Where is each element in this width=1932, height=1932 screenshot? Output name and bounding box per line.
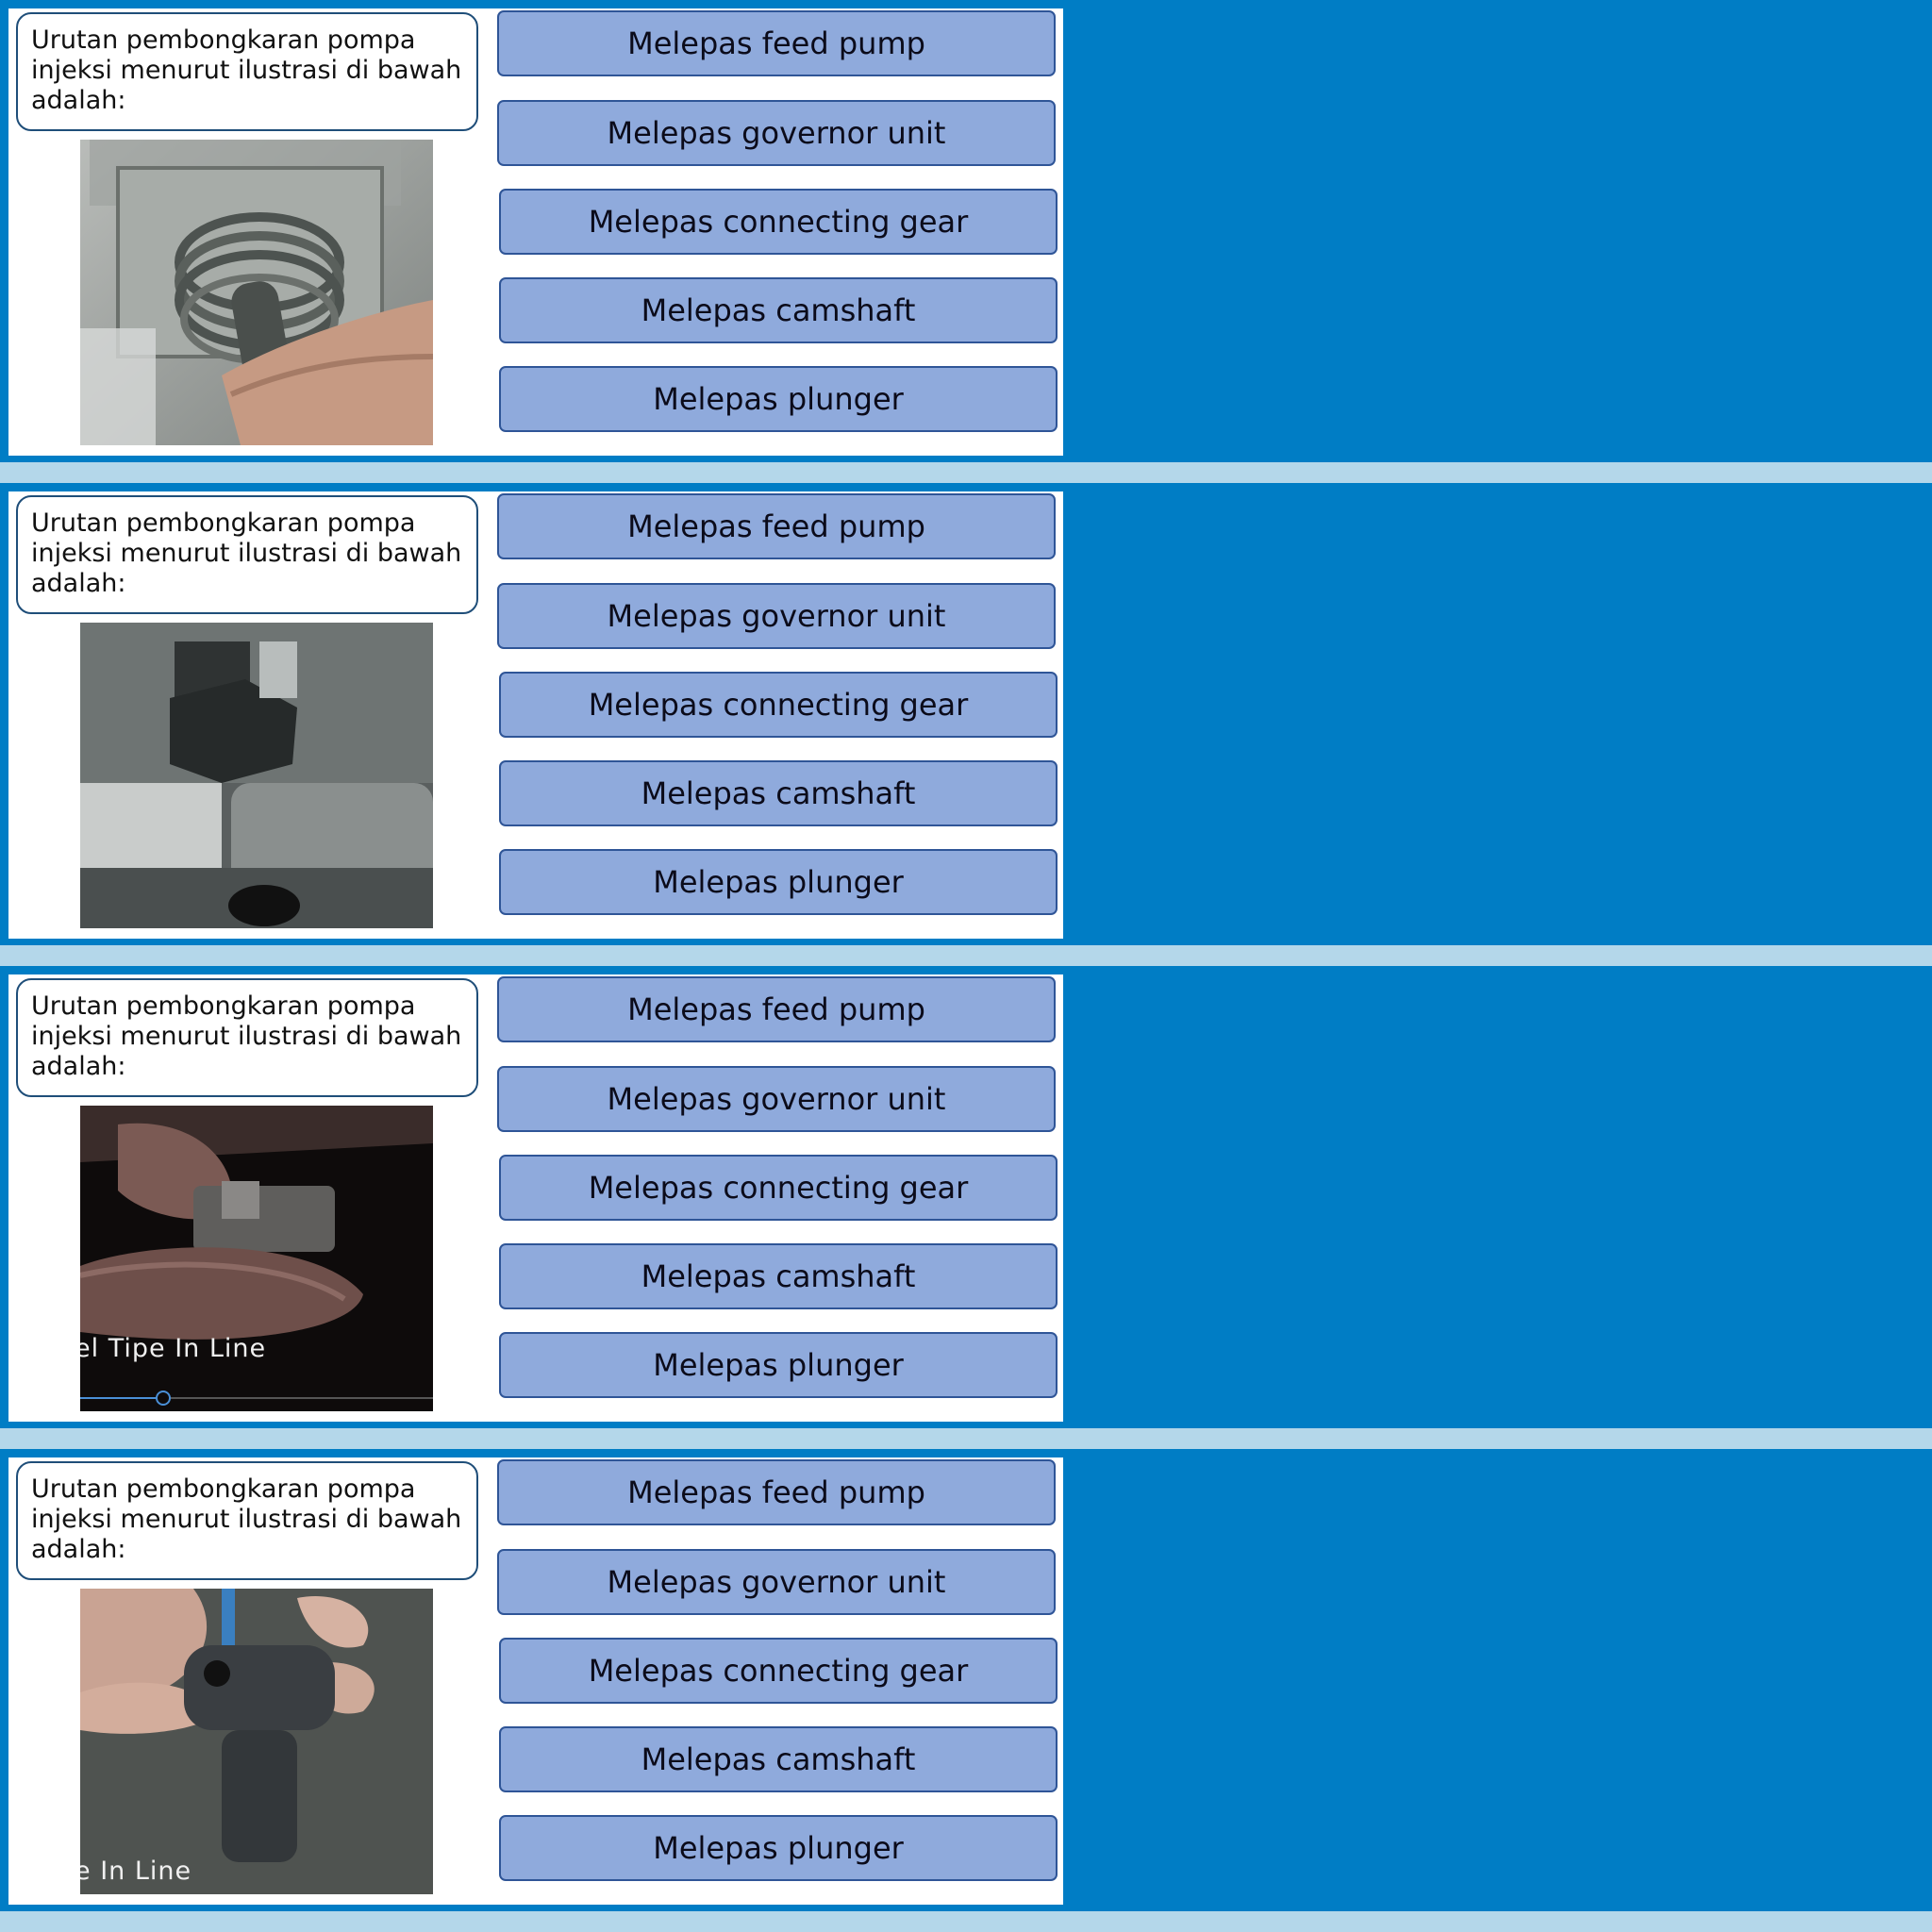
question-panel: Urutan pembongkaran pompa injeksi menuru…: [8, 1457, 1063, 1905]
option-governor-unit-button[interactable]: Melepas governor unit: [497, 1066, 1056, 1132]
pump-gear-photo-icon: [80, 1106, 433, 1411]
video-progress-fill: [80, 1397, 163, 1399]
pump-plunger-photo-icon: [80, 1589, 433, 1894]
question-photo: el Tipe In Line: [80, 1106, 433, 1411]
option-camshaft-button[interactable]: Melepas camshaft: [499, 277, 1058, 343]
option-feed-pump-button[interactable]: Melepas feed pump: [497, 1459, 1056, 1525]
question-card-4: Urutan pembongkaran pompa injeksi menuru…: [0, 1449, 1932, 1911]
pump-valve-holder-photo-icon: [80, 623, 433, 928]
option-camshaft-button[interactable]: Melepas camshaft: [499, 760, 1058, 826]
question-panel: Urutan pembongkaran pompa injeksi menuru…: [8, 491, 1063, 939]
question-photo: [80, 623, 433, 928]
option-connecting-gear-button[interactable]: Melepas connecting gear: [499, 1638, 1058, 1704]
question-card-1: Urutan pembongkaran pompa injeksi menuru…: [0, 0, 1932, 462]
option-connecting-gear-button[interactable]: Melepas connecting gear: [499, 189, 1058, 255]
option-governor-unit-button[interactable]: Melepas governor unit: [497, 1549, 1056, 1615]
question-prompt: Urutan pembongkaran pompa injeksi menuru…: [16, 495, 478, 614]
option-plunger-button[interactable]: Melepas plunger: [499, 849, 1058, 915]
question-photo: [80, 140, 433, 445]
option-feed-pump-button[interactable]: Melepas feed pump: [497, 976, 1056, 1042]
option-feed-pump-button[interactable]: Melepas feed pump: [497, 10, 1056, 76]
option-connecting-gear-button[interactable]: Melepas connecting gear: [499, 1155, 1058, 1221]
video-scrubber-handle[interactable]: [156, 1391, 171, 1406]
option-governor-unit-button[interactable]: Melepas governor unit: [497, 583, 1056, 649]
option-feed-pump-button[interactable]: Melepas feed pump: [497, 493, 1056, 559]
question-photo: e In Line: [80, 1589, 433, 1894]
question-card-2: Urutan pembongkaran pompa injeksi menuru…: [0, 483, 1932, 945]
option-plunger-button[interactable]: Melepas plunger: [499, 1332, 1058, 1398]
option-camshaft-button[interactable]: Melepas camshaft: [499, 1243, 1058, 1309]
question-prompt: Urutan pembongkaran pompa injeksi menuru…: [16, 12, 478, 131]
video-caption: el Tipe In Line: [80, 1334, 267, 1363]
option-governor-unit-button[interactable]: Melepas governor unit: [497, 100, 1056, 166]
video-caption: e In Line: [80, 1857, 192, 1886]
question-prompt: Urutan pembongkaran pompa injeksi menuru…: [16, 1461, 478, 1580]
question-card-3: Urutan pembongkaran pompa injeksi menuru…: [0, 966, 1932, 1428]
question-panel: Urutan pembongkaran pompa injeksi menuru…: [8, 974, 1063, 1422]
pump-spring-photo-icon: [80, 140, 433, 445]
option-camshaft-button[interactable]: Melepas camshaft: [499, 1726, 1058, 1792]
question-panel: Urutan pembongkaran pompa injeksi menuru…: [8, 8, 1063, 456]
question-prompt: Urutan pembongkaran pompa injeksi menuru…: [16, 978, 478, 1097]
option-plunger-button[interactable]: Melepas plunger: [499, 366, 1058, 432]
option-plunger-button[interactable]: Melepas plunger: [499, 1815, 1058, 1881]
option-connecting-gear-button[interactable]: Melepas connecting gear: [499, 672, 1058, 738]
